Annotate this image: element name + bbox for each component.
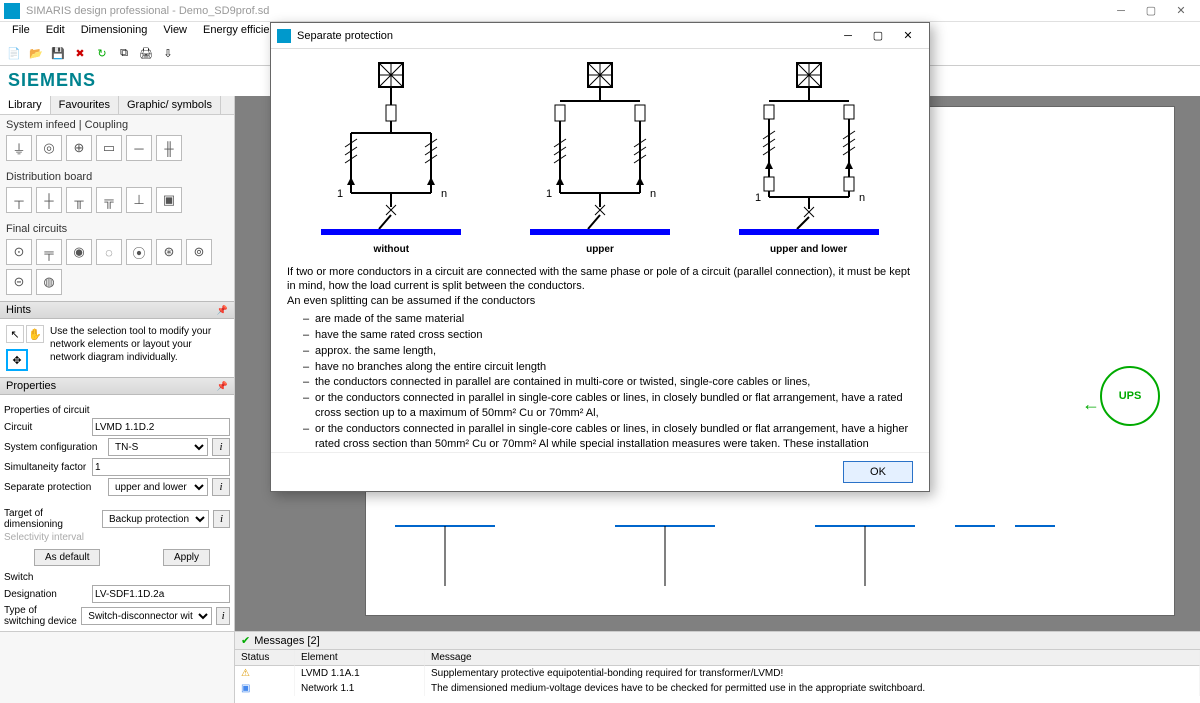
- bullet: the conductors connected in parallel are…: [315, 375, 913, 390]
- diagram-upper: 1 n upper: [505, 57, 695, 257]
- separate-protection-dialog: Separate protection ─ ▢ ✕: [270, 22, 930, 492]
- svg-text:1: 1: [546, 188, 552, 200]
- dialog-title: Separate protection: [297, 30, 393, 42]
- dialog-icon: [277, 29, 291, 43]
- svg-text:1: 1: [755, 192, 761, 204]
- modal-para: If two or more conductors in a circuit a…: [287, 265, 913, 295]
- bullet: or the conductors connected in parallel …: [315, 391, 913, 421]
- modal-overlay: Separate protection ─ ▢ ✕: [0, 0, 1200, 675]
- msg-text: The dimensioned medium-voltage devices h…: [425, 681, 1200, 696]
- dialog-maximize-button[interactable]: ▢: [863, 26, 893, 46]
- msg-element: Network 1.1: [295, 681, 425, 696]
- status-info-icon: ▣: [235, 681, 295, 696]
- diagram-without: 1 n without: [296, 57, 486, 257]
- modal-bullets: are made of the same material have the s…: [315, 312, 913, 452]
- diagram-upper-lower: 1 n upper and lower: [714, 57, 904, 257]
- bullet: approx. the same length,: [315, 344, 913, 359]
- svg-text:n: n: [650, 188, 656, 200]
- caption-upper: upper: [505, 243, 695, 257]
- svg-text:1: 1: [337, 188, 343, 200]
- svg-text:n: n: [859, 192, 865, 204]
- caption-upper-lower: upper and lower: [714, 243, 904, 257]
- dialog-close-button[interactable]: ✕: [893, 26, 923, 46]
- bullet: have no branches along the entire circui…: [315, 360, 913, 375]
- ok-button[interactable]: OK: [843, 461, 913, 483]
- dialog-minimize-button[interactable]: ─: [833, 26, 863, 46]
- bullet: or the conductors connected in parallel …: [315, 422, 913, 452]
- bullet: are made of the same material: [315, 312, 913, 327]
- caption-without: without: [296, 243, 486, 257]
- modal-para: An even splitting can be assumed if the …: [287, 294, 913, 309]
- bullet: have the same rated cross section: [315, 328, 913, 343]
- svg-text:n: n: [441, 188, 447, 200]
